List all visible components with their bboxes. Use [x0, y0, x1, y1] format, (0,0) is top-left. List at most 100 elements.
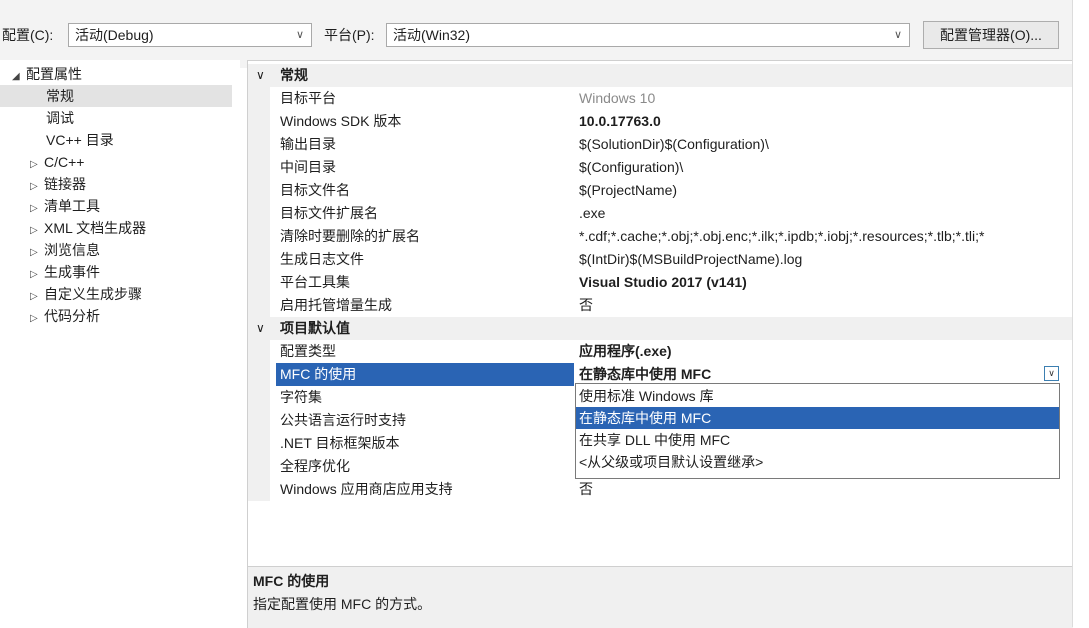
- row-margin: [248, 363, 270, 386]
- row-margin: [248, 248, 270, 271]
- property-value[interactable]: .exe: [579, 202, 1073, 225]
- tree-item-label: 自定义生成步骤: [44, 286, 142, 302]
- description-pane: MFC 的使用 指定配置使用 MFC 的方式。: [247, 566, 1073, 628]
- property-grid: ∨ 常规目标平台 Windows 10 Windows SDK 版本 10.0.1776…: [247, 60, 1073, 566]
- row-margin: [248, 179, 270, 202]
- dropdown-option[interactable]: <从父级或项目默认设置继承>: [576, 451, 1059, 473]
- tree-item-label: 调试: [46, 110, 74, 126]
- property-row[interactable]: 启用托管增量生成 否: [248, 294, 1073, 317]
- property-name: 启用托管增量生成: [280, 297, 392, 313]
- row-margin: [248, 202, 270, 225]
- property-row[interactable]: 输出目录 $(SolutionDir)$(Configuration)\: [248, 133, 1073, 156]
- tree-root-label: 配置属性: [26, 66, 82, 82]
- chevron-down-icon: ∨: [893, 29, 902, 41]
- chevron-down-icon[interactable]: ∨: [256, 317, 265, 340]
- property-row[interactable]: 配置类型 应用程序(.exe): [248, 340, 1073, 363]
- row-margin: [248, 432, 270, 455]
- tree-item-label: 清单工具: [44, 198, 100, 214]
- tree-item[interactable]: VC++ 目录: [46, 129, 114, 151]
- property-name: 目标文件名: [280, 182, 350, 198]
- property-value[interactable]: 否: [579, 294, 1073, 317]
- row-margin: [248, 156, 270, 179]
- row-margin: [248, 133, 270, 156]
- chevron-down-icon[interactable]: ∨: [256, 64, 265, 87]
- category-title: 常规: [280, 67, 308, 83]
- tree-item-label: 常规: [46, 88, 74, 104]
- row-margin: [248, 110, 270, 133]
- row-margin: [248, 87, 270, 110]
- property-row[interactable]: 生成日志文件 $(IntDir)$(MSBuildProjectName).log: [248, 248, 1073, 271]
- property-row[interactable]: 目标平台 Windows 10: [248, 87, 1073, 110]
- tree-item[interactable]: ▷ 代码分析: [30, 305, 100, 327]
- config-select[interactable]: 活动(Debug) ∨: [68, 23, 312, 47]
- row-margin: [248, 294, 270, 317]
- property-name: 全程序优化: [280, 458, 350, 474]
- property-row[interactable]: 目标文件名 $(ProjectName): [248, 179, 1073, 202]
- property-value[interactable]: $(IntDir)$(MSBuildProjectName).log: [579, 248, 1073, 271]
- tree-item[interactable]: ▷ 浏览信息: [30, 239, 100, 261]
- tree-item[interactable]: 常规: [0, 85, 232, 107]
- category-row[interactable]: ∨ 项目默认值: [248, 317, 1073, 340]
- collapsed-triangle-icon: ▷: [30, 313, 38, 324]
- property-value[interactable]: Windows 10: [579, 87, 1073, 110]
- tree-item-label: VC++ 目录: [46, 132, 114, 148]
- dropdown-option[interactable]: 使用标准 Windows 库: [576, 385, 1059, 407]
- property-value[interactable]: 否: [579, 478, 1073, 501]
- chevron-down-icon: ∨: [295, 29, 304, 41]
- property-row[interactable]: 平台工具集 Visual Studio 2017 (v141): [248, 271, 1073, 294]
- right-edge-strip: [1072, 0, 1089, 627]
- row-margin: [248, 409, 270, 432]
- row-margin: [248, 455, 270, 478]
- tree-item[interactable]: 调试: [46, 107, 74, 129]
- mfc-options-dropdown: 使用标准 Windows 库在静态库中使用 MFC 在共享 DLL 中使用 MFC…: [575, 383, 1060, 479]
- property-name: 中间目录: [280, 159, 336, 175]
- property-row[interactable]: 中间目录 $(Configuration)\: [248, 156, 1073, 179]
- tree-item-label: 生成事件: [44, 264, 100, 280]
- property-name: MFC 的使用: [276, 363, 574, 386]
- property-row[interactable]: Windows 应用商店应用支持 否: [248, 478, 1073, 501]
- description-title: MFC 的使用: [253, 573, 330, 589]
- property-name: Windows 应用商店应用支持: [280, 481, 453, 497]
- tree-root-config-properties[interactable]: ◢ 配置属性: [12, 63, 82, 85]
- platform-select-value: 活动(Win32): [393, 27, 471, 43]
- dropdown-option[interactable]: 在共享 DLL 中使用 MFC: [576, 429, 1059, 451]
- config-label: 配置(C):: [2, 27, 54, 43]
- property-value[interactable]: $(Configuration)\: [579, 156, 1073, 179]
- dropdown-option[interactable]: 在静态库中使用 MFC: [576, 407, 1059, 429]
- property-value[interactable]: 应用程序(.exe): [579, 340, 1073, 363]
- tree-item[interactable]: ▷ 自定义生成步骤: [30, 283, 142, 305]
- property-tree: ◢ 配置属性 常规 调试 VC++ 目录 ▷ C/C++ ▷ 链接器 ▷ 清单工具 ▷ XML 文档生…: [0, 60, 240, 627]
- tree-item[interactable]: ▷ 生成事件: [30, 261, 100, 283]
- row-margin: [248, 340, 270, 363]
- config-manager-button[interactable]: 配置管理器(O)...: [923, 21, 1059, 49]
- property-row[interactable]: 清除时要删除的扩展名 *.cdf;*.cache;*.obj;*.obj.enc;…: [248, 225, 1073, 248]
- tree-item[interactable]: ▷ C/C++: [30, 151, 84, 173]
- property-name: 目标平台: [280, 90, 336, 106]
- row-margin: [248, 386, 270, 409]
- platform-select[interactable]: 活动(Win32) ∨: [386, 23, 910, 47]
- row-margin: [248, 225, 270, 248]
- property-name: 平台工具集: [280, 274, 350, 290]
- property-value[interactable]: $(ProjectName): [579, 179, 1073, 202]
- property-value[interactable]: $(SolutionDir)$(Configuration)\: [579, 133, 1073, 156]
- tree-item[interactable]: ▷ 清单工具: [30, 195, 100, 217]
- property-value[interactable]: 10.0.17763.0: [579, 110, 1073, 133]
- tree-item-label: 浏览信息: [44, 242, 100, 258]
- property-name: .NET 目标框架版本: [280, 435, 400, 451]
- tree-item[interactable]: ▷ 链接器: [30, 173, 86, 195]
- property-row[interactable]: 目标文件扩展名 .exe: [248, 202, 1073, 225]
- property-value[interactable]: Visual Studio 2017 (v141): [579, 271, 1073, 294]
- row-margin: [248, 271, 270, 294]
- tree-item-label: 代码分析: [44, 308, 100, 324]
- property-name: 字符集: [280, 389, 322, 405]
- category-row[interactable]: ∨ 常规: [248, 64, 1073, 87]
- property-name: 配置类型: [280, 343, 336, 359]
- platform-label: 平台(P):: [324, 27, 375, 43]
- category-title: 项目默认值: [280, 320, 350, 336]
- property-value[interactable]: *.cdf;*.cache;*.obj;*.obj.enc;*.ilk;*.ip…: [579, 225, 1073, 248]
- property-name: 生成日志文件: [280, 251, 364, 267]
- dropdown-toggle-button[interactable]: ∨: [1044, 366, 1059, 381]
- row-margin: [248, 478, 270, 501]
- tree-item[interactable]: ▷ XML 文档生成器: [30, 217, 146, 239]
- property-row[interactable]: Windows SDK 版本 10.0.17763.0: [248, 110, 1073, 133]
